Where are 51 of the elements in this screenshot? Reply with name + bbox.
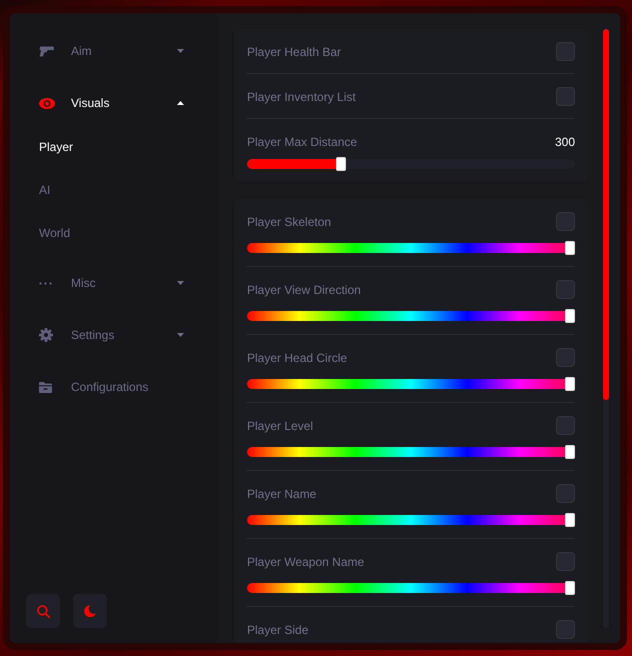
gear-icon — [39, 328, 53, 342]
checkbox[interactable] — [556, 280, 575, 299]
setting-label: Player Name — [247, 486, 316, 500]
checkbox[interactable] — [556, 484, 575, 503]
menu-item[interactable]: Aim — [10, 25, 217, 77]
scrollbar-track[interactable] — [603, 29, 609, 628]
setting-label: Player Weapon Name — [247, 554, 364, 568]
slider-thumb[interactable] — [565, 309, 575, 323]
submenu-item[interactable]: AI — [10, 168, 217, 211]
slider-thumb[interactable] — [565, 377, 575, 391]
hue-slider-track[interactable] — [247, 445, 575, 459]
checkbox[interactable] — [556, 348, 575, 367]
setting-label: Player Health Bar — [247, 44, 342, 58]
checkbox[interactable] — [556, 212, 575, 231]
search-icon — [36, 604, 50, 618]
checkbox[interactable] — [556, 87, 575, 106]
slider-track[interactable] — [247, 157, 575, 171]
setting-label: Player Skeleton — [247, 214, 332, 228]
checkbox[interactable] — [556, 42, 575, 61]
ellipsis-icon — [39, 282, 52, 284]
setting-label: Player View Direction — [247, 282, 361, 296]
checkbox[interactable] — [556, 416, 575, 435]
menu-item[interactable]: Misc — [10, 257, 217, 309]
hue-slider-track[interactable] — [247, 513, 575, 527]
checkbox[interactable] — [556, 552, 575, 571]
search-button[interactable] — [26, 594, 60, 628]
setting-label: Player Side — [247, 622, 308, 636]
moon-icon — [84, 605, 96, 617]
slider-thumb[interactable] — [565, 513, 575, 527]
setting-label: Player Max Distance — [247, 134, 358, 148]
value-label: 300 — [554, 134, 575, 148]
hue-slider-track[interactable] — [247, 309, 575, 323]
slider-thumb[interactable] — [565, 581, 575, 595]
submenu-item[interactable]: World — [10, 211, 217, 254]
pistol-icon — [39, 46, 54, 56]
menu-item[interactable]: Settings — [10, 309, 217, 361]
scrollbar-thumb[interactable] — [603, 29, 609, 400]
hue-slider-track[interactable] — [247, 581, 575, 595]
slider-thumb[interactable] — [565, 241, 575, 255]
slider-thumb[interactable] — [336, 157, 346, 171]
theme-button[interactable] — [73, 594, 107, 628]
hue-slider-track[interactable] — [247, 377, 575, 391]
setting-label: Player Level — [247, 418, 314, 432]
eye-icon — [39, 98, 55, 108]
hue-slider-track[interactable] — [247, 241, 575, 255]
menu-item[interactable]: Configurations — [10, 361, 217, 413]
setting-label: Player Head Circle — [247, 350, 348, 364]
setting-label: Player Inventory List — [247, 90, 356, 104]
folder-icon — [39, 381, 52, 393]
checkbox[interactable] — [556, 620, 575, 639]
slider-thumb[interactable] — [565, 445, 575, 459]
